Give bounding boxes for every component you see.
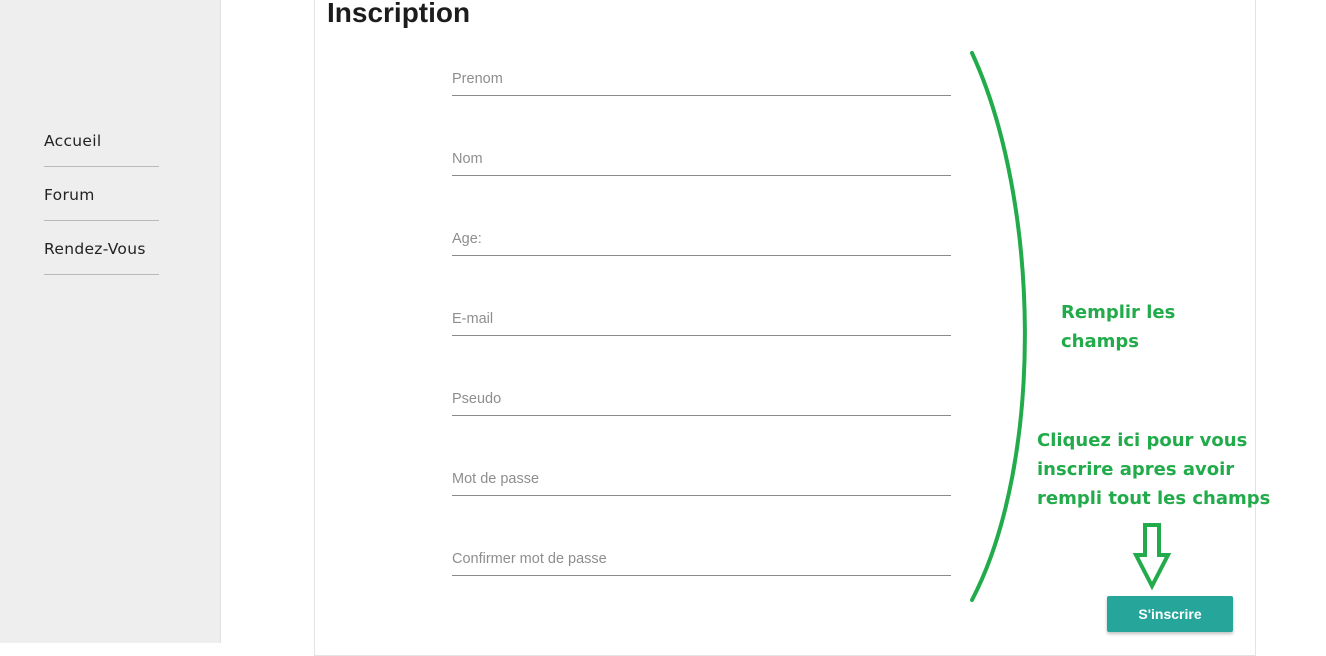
- email-field[interactable]: [452, 302, 951, 336]
- annotation-click-here: Cliquez ici pour vous inscrire apres avo…: [1037, 430, 1271, 509]
- sidebar-item-rendez-vous[interactable]: Rendez-Vous: [44, 221, 159, 275]
- sidebar-item-accueil[interactable]: Accueil: [44, 113, 159, 167]
- age-field[interactable]: [452, 222, 951, 256]
- sidebar-item-forum[interactable]: Forum: [44, 167, 159, 221]
- annotation-fill-fields: Remplir les champs: [1061, 302, 1176, 352]
- nom-field[interactable]: [452, 142, 951, 176]
- page-title: Inscription: [327, 0, 471, 28]
- pseudo-field[interactable]: [452, 382, 951, 416]
- sidebar-nav: Accueil Forum Rendez-Vous: [44, 113, 159, 275]
- sinscrire-button[interactable]: S'inscrire: [1107, 596, 1233, 632]
- prenom-field[interactable]: [452, 62, 951, 96]
- confirm-password-field[interactable]: [452, 542, 951, 576]
- password-field[interactable]: [452, 462, 951, 496]
- sidebar: Accueil Forum Rendez-Vous: [0, 0, 221, 643]
